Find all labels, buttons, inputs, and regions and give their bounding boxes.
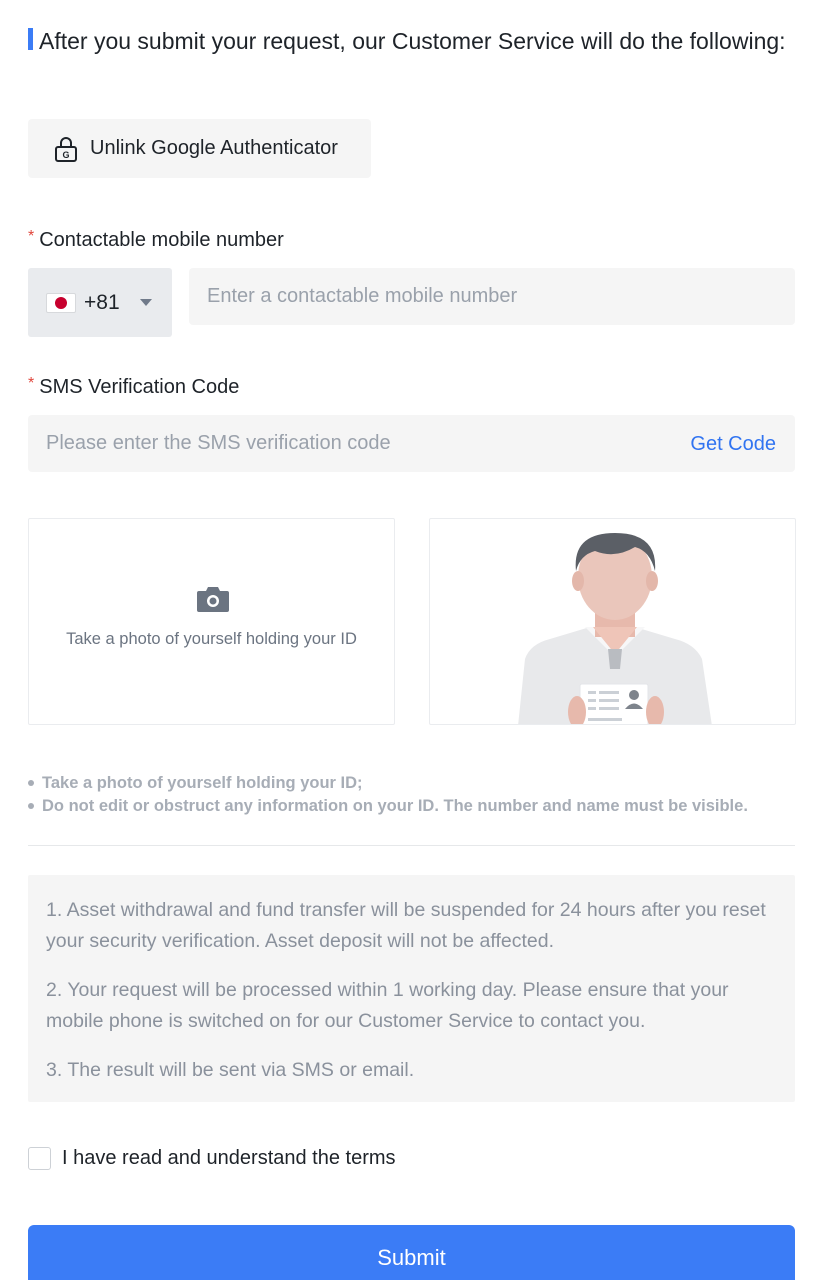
unlink-google-authenticator-label: Unlink Google Authenticator [90, 137, 338, 159]
country-code-value: +81 [84, 290, 120, 314]
mobile-number-input[interactable] [189, 268, 795, 325]
info-item: 2. Your request will be processed within… [46, 979, 729, 1032]
sms-code-label-text: SMS Verification Code [39, 376, 240, 398]
heading-accent-bar [28, 28, 33, 50]
lock-icon: G [55, 136, 77, 162]
photo-requirements-list: Take a photo of yourself holding your ID… [28, 772, 748, 818]
caret-down-icon [139, 299, 152, 306]
sms-code-input[interactable] [28, 415, 795, 472]
list-item: Take a photo of yourself holding your ID… [28, 772, 748, 795]
section-heading: After you submit your request, our Custo… [28, 24, 788, 58]
example-photo [429, 518, 796, 725]
mobile-number-label-text: Contactable mobile number [39, 229, 284, 251]
terms-label[interactable]: I have read and understand the terms [62, 1147, 396, 1170]
terms-agreement: I have read and understand the terms [28, 1147, 396, 1170]
svg-text:G: G [62, 150, 69, 160]
sms-code-label: * SMS Verification Code [28, 375, 240, 399]
country-code-select[interactable]: +81 [28, 268, 172, 337]
info-notice: 1. Asset withdrawal and fund transfer wi… [28, 875, 795, 1102]
list-item: Do not edit or obstruct any information … [28, 795, 748, 818]
submit-button[interactable]: Submit [28, 1225, 795, 1280]
info-item: 3. The result will be sent via SMS or em… [46, 1059, 415, 1081]
divider [28, 845, 795, 846]
get-code-button[interactable]: Get Code [690, 433, 776, 456]
person-holding-id-illustration [518, 533, 712, 724]
photo-upload-hint: Take a photo of yourself holding your ID [66, 630, 357, 648]
required-mark: * [28, 375, 35, 392]
terms-checkbox[interactable] [28, 1147, 51, 1170]
camera-icon [197, 587, 229, 612]
required-mark: * [28, 228, 35, 245]
mobile-number-label: * Contactable mobile number [28, 228, 284, 252]
heading-title: After you submit your request, our Custo… [39, 28, 786, 54]
photo-upload-area[interactable]: Take a photo of yourself holding your ID [28, 518, 395, 725]
info-item: 1. Asset withdrawal and fund transfer wi… [46, 899, 766, 952]
unlink-google-authenticator-chip[interactable]: G Unlink Google Authenticator [28, 119, 371, 178]
japan-flag-icon [46, 292, 76, 313]
